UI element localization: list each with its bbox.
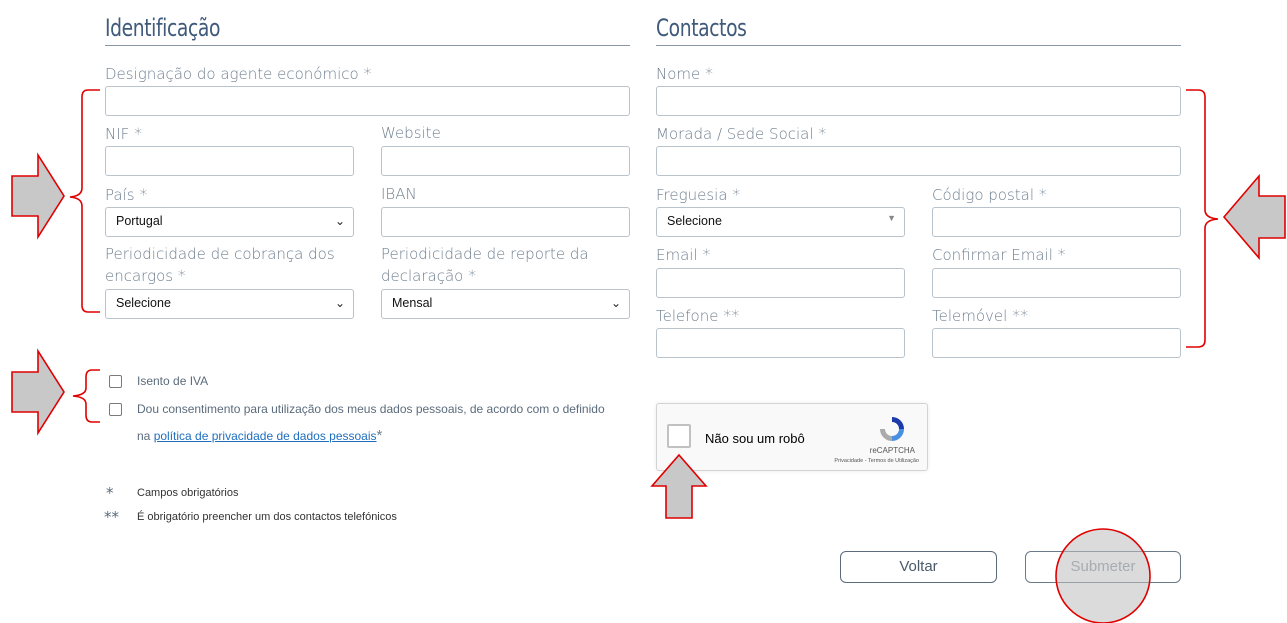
annotation-overlay (11, 89, 1286, 623)
arrow-left-icon (1222, 173, 1286, 261)
right-fields-brace (1186, 89, 1219, 348)
left-checkbox-brace (72, 369, 100, 423)
arrow-up-icon (650, 453, 708, 519)
submit-highlight-circle (1055, 528, 1151, 623)
arrow-right-icon (11, 152, 65, 240)
left-fields-brace (69, 89, 100, 313)
arrow-right-icon (11, 348, 65, 436)
